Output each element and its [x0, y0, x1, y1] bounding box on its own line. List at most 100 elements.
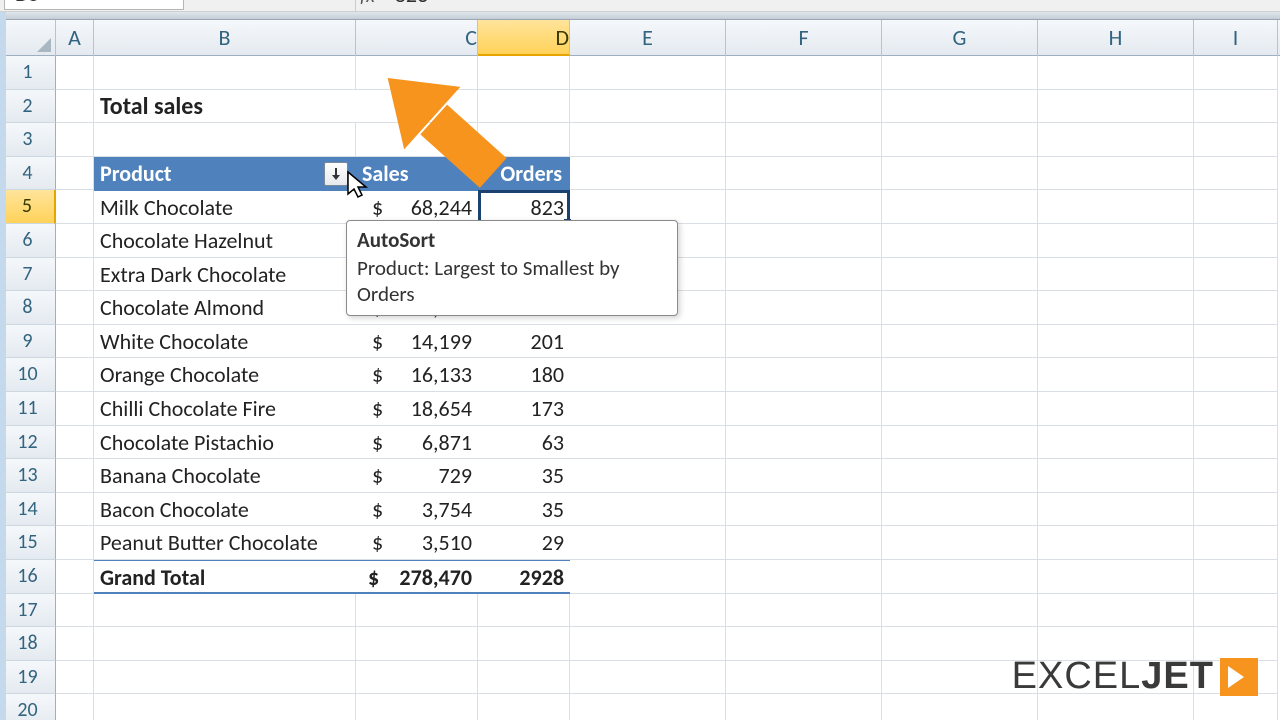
cell-I12[interactable] — [1194, 426, 1278, 460]
cell-I15[interactable] — [1194, 526, 1278, 560]
cell-A16[interactable] — [56, 560, 94, 594]
row-header-13[interactable]: 13 — [0, 459, 56, 493]
pivot-sales-6[interactable]: $18,654 — [356, 392, 478, 426]
row-header-6[interactable]: 6 — [0, 224, 56, 258]
pivot-product-2[interactable]: Extra Dark Chocolate — [94, 258, 356, 292]
pivot-sales-4[interactable]: $14,199 — [356, 325, 478, 359]
cell-C18[interactable] — [356, 627, 478, 661]
cell-D18[interactable] — [478, 627, 570, 661]
cell-I17[interactable] — [1194, 594, 1278, 628]
column-header-I[interactable]: I — [1194, 20, 1278, 56]
cell-H7[interactable] — [1038, 258, 1194, 292]
pivot-sales-0[interactable]: $68,244 — [356, 190, 478, 224]
pivot-orders-10[interactable]: 29 — [478, 526, 570, 560]
column-header-H[interactable]: H — [1038, 20, 1194, 56]
cell-F9[interactable] — [726, 325, 882, 359]
row-header-15[interactable]: 15 — [0, 526, 56, 560]
cell-I7[interactable] — [1194, 258, 1278, 292]
cell-F14[interactable] — [726, 493, 882, 527]
pivot-product-9[interactable]: Bacon Chocolate — [94, 493, 356, 527]
cell-F5[interactable] — [726, 190, 882, 224]
pivot-orders-4[interactable]: 201 — [478, 325, 570, 359]
column-header-G[interactable]: G — [882, 20, 1038, 56]
column-header-D[interactable]: D — [478, 20, 570, 56]
cell-A1[interactable] — [56, 56, 94, 90]
cell-D17[interactable] — [478, 594, 570, 628]
pivot-product-5[interactable]: Orange Chocolate — [94, 358, 356, 392]
cell-I2[interactable] — [1194, 90, 1278, 124]
cell-A3[interactable] — [56, 123, 94, 157]
cell-A18[interactable] — [56, 627, 94, 661]
cell-F4[interactable] — [726, 157, 882, 191]
cell-I13[interactable] — [1194, 459, 1278, 493]
cell-H14[interactable] — [1038, 493, 1194, 527]
cell-I11[interactable] — [1194, 392, 1278, 426]
cell-E2[interactable] — [570, 90, 726, 124]
cell-E4[interactable] — [570, 157, 726, 191]
column-header-F[interactable]: F — [726, 20, 882, 56]
cell-D20[interactable] — [478, 694, 570, 720]
name-box[interactable]: D5 — [4, 0, 184, 10]
cell-I20[interactable] — [1194, 694, 1278, 720]
row-header-19[interactable]: 19 — [0, 661, 56, 695]
cell-H15[interactable] — [1038, 526, 1194, 560]
cell-F15[interactable] — [726, 526, 882, 560]
row-header-5[interactable]: 5 — [0, 190, 56, 224]
formula-bar-input[interactable]: fx 823 — [360, 0, 760, 10]
row-header-16[interactable]: 16 — [0, 560, 56, 594]
cell-G13[interactable] — [882, 459, 1038, 493]
pivot-product-1[interactable]: Chocolate Hazelnut — [94, 224, 356, 258]
cell-I8[interactable] — [1194, 291, 1278, 325]
grand-total-orders[interactable]: 2928 — [478, 560, 570, 594]
cell-E15[interactable] — [570, 526, 726, 560]
cell-C20[interactable] — [356, 694, 478, 720]
cell-F3[interactable] — [726, 123, 882, 157]
cell-B19[interactable] — [94, 661, 356, 695]
row-header-9[interactable]: 9 — [0, 325, 56, 359]
cell-H1[interactable] — [1038, 56, 1194, 90]
cell-G16[interactable] — [882, 560, 1038, 594]
cell-H4[interactable] — [1038, 157, 1194, 191]
row-header-4[interactable]: 4 — [0, 157, 56, 191]
cell-F1[interactable] — [726, 56, 882, 90]
pivot-product-7[interactable]: Chocolate Pistachio — [94, 426, 356, 460]
cell-D1[interactable] — [478, 56, 570, 90]
cell-G20[interactable] — [882, 694, 1038, 720]
cell-A17[interactable] — [56, 594, 94, 628]
cell-E17[interactable] — [570, 594, 726, 628]
cell-I9[interactable] — [1194, 325, 1278, 359]
cell-A10[interactable] — [56, 358, 94, 392]
pivot-sales-7[interactable]: $6,871 — [356, 426, 478, 460]
cell-H5[interactable] — [1038, 190, 1194, 224]
cell-F10[interactable] — [726, 358, 882, 392]
cell-G3[interactable] — [882, 123, 1038, 157]
cell-H17[interactable] — [1038, 594, 1194, 628]
row-header-7[interactable]: 7 — [0, 258, 56, 292]
row-header-18[interactable]: 18 — [0, 627, 56, 661]
cell-E12[interactable] — [570, 426, 726, 460]
cell-A14[interactable] — [56, 493, 94, 527]
cell-E11[interactable] — [570, 392, 726, 426]
cell-F8[interactable] — [726, 291, 882, 325]
cell-H3[interactable] — [1038, 123, 1194, 157]
cell-A9[interactable] — [56, 325, 94, 359]
row-header-12[interactable]: 12 — [0, 426, 56, 460]
cell-A12[interactable] — [56, 426, 94, 460]
pivot-orders-8[interactable]: 35 — [478, 459, 570, 493]
cell-I10[interactable] — [1194, 358, 1278, 392]
pivot-orders-5[interactable]: 180 — [478, 358, 570, 392]
cell-B18[interactable] — [94, 627, 356, 661]
cell-C17[interactable] — [356, 594, 478, 628]
spreadsheet-grid[interactable]: 12Total sales34ProductSalesOrders5Milk C… — [0, 56, 1280, 720]
cell-H11[interactable] — [1038, 392, 1194, 426]
cell-G2[interactable] — [882, 90, 1038, 124]
cell-I1[interactable] — [1194, 56, 1278, 90]
cell-F12[interactable] — [726, 426, 882, 460]
cell-H2[interactable] — [1038, 90, 1194, 124]
pivot-orders-7[interactable]: 63 — [478, 426, 570, 460]
cell-I4[interactable] — [1194, 157, 1278, 191]
cell-G9[interactable] — [882, 325, 1038, 359]
cell-E18[interactable] — [570, 627, 726, 661]
cell-G12[interactable] — [882, 426, 1038, 460]
cell-F11[interactable] — [726, 392, 882, 426]
